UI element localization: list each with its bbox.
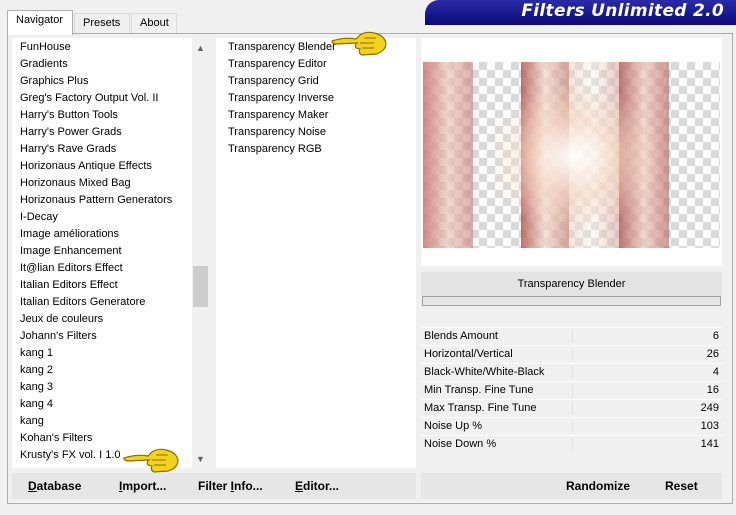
tab-about[interactable]: About <box>131 13 177 34</box>
filter-list[interactable]: Transparency Blender Transparency Editor T… <box>216 38 416 468</box>
reset-button[interactable]: Reset <box>665 473 698 499</box>
title-banner: Filters Unlimited 2.0 <box>425 0 736 25</box>
parameter-row[interactable]: Horizontal/Vertical 26 <box>421 345 722 363</box>
parameter-label: Horizontal/Vertical <box>424 348 513 360</box>
category-item[interactable]: Greg's Factory Output Vol. II <box>20 90 158 107</box>
category-item[interactable]: kang 3 <box>20 379 53 396</box>
category-item[interactable]: Italian Editors Effect <box>20 277 118 294</box>
category-item[interactable]: kang 2 <box>20 362 53 379</box>
parameter-value[interactable]: 26 <box>707 346 719 363</box>
category-scrollbar[interactable]: ▲ ▼ <box>192 38 209 468</box>
category-item[interactable]: Harry's Button Tools <box>20 107 118 124</box>
right-button-bar: Randomize Reset <box>421 473 722 499</box>
parameter-divider <box>572 348 573 361</box>
pointing-hand-icon <box>331 31 387 56</box>
parameter-label: Black-White/White-Black <box>424 366 545 378</box>
category-item[interactable]: Krusty's FX vol. I 1.0 <box>20 447 121 464</box>
preview-image <box>423 62 720 248</box>
filter-item[interactable]: Transparency Noise <box>228 124 326 141</box>
parameter-divider <box>572 420 573 433</box>
randomize-button[interactable]: Randomize <box>566 473 630 499</box>
banner-title: Filters Unlimited 2.0 <box>521 1 724 21</box>
category-item[interactable]: Kohan's Filters <box>20 430 92 447</box>
category-item[interactable]: Johann's Filters <box>20 328 97 345</box>
parameter-label: Min Transp. Fine Tune <box>424 384 534 396</box>
parameter-value[interactable]: 4 <box>713 364 719 381</box>
category-item[interactable]: Horizonaus Pattern Generators <box>20 192 172 209</box>
parameter-label: Max Transp. Fine Tune <box>424 402 537 414</box>
category-item[interactable]: Horizonaus Mixed Bag <box>20 175 131 192</box>
parameter-divider <box>572 402 573 415</box>
category-item[interactable]: kang 4 <box>20 396 53 413</box>
parameter-divider <box>572 438 573 451</box>
category-item[interactable]: Horizonaus Antique Effects <box>20 158 152 175</box>
filter-item[interactable]: Transparency Editor <box>228 56 327 73</box>
parameter-value[interactable]: 6 <box>713 328 719 345</box>
parameter-row[interactable]: Noise Up % 103 <box>421 417 722 435</box>
filter-item[interactable]: Transparency Blender <box>228 39 336 56</box>
left-button-bar: Database Import... Filter Info... Editor… <box>12 473 416 499</box>
category-item[interactable]: I-Decay <box>20 209 58 226</box>
parameter-label: Blends Amount <box>424 330 498 342</box>
category-item[interactable]: Graphics Plus <box>20 73 88 90</box>
parameter-value[interactable]: 249 <box>701 400 719 417</box>
parameter-divider <box>572 330 573 343</box>
category-item[interactable]: Harry's Power Grads <box>20 124 122 141</box>
filter-item[interactable]: Transparency Grid <box>228 73 319 90</box>
filter-info-button[interactable]: Filter Info... <box>198 473 263 499</box>
category-item[interactable]: Italian Editors Generatore <box>20 294 145 311</box>
parameter-row[interactable]: Min Transp. Fine Tune 16 <box>421 381 722 399</box>
tab-presets[interactable]: Presets <box>74 13 130 34</box>
category-list[interactable]: FunHouse Gradients Graphics Plus Greg's Fac… <box>12 38 209 468</box>
parameter-label: Noise Up % <box>424 420 483 432</box>
filter-item[interactable]: Transparency Maker <box>228 107 328 124</box>
parameter-row[interactable]: Noise Down % 141 <box>421 435 722 453</box>
import-button[interactable]: Import... <box>119 473 166 499</box>
scroll-up-arrow-icon[interactable]: ▲ <box>192 40 209 57</box>
parameter-value[interactable]: 16 <box>707 382 719 399</box>
scroll-thumb[interactable] <box>193 266 208 307</box>
preview-glow <box>483 82 663 232</box>
parameter-row[interactable]: Blends Amount 6 <box>421 327 722 345</box>
category-item[interactable]: Jeux de couleurs <box>20 311 103 328</box>
category-item[interactable]: FunHouse <box>20 39 71 56</box>
parameter-label: Noise Down % <box>424 438 497 450</box>
parameter-divider <box>572 366 573 379</box>
parameter-value[interactable]: 141 <box>701 436 719 453</box>
progress-bar <box>422 296 721 306</box>
filter-item[interactable]: Transparency RGB <box>228 141 322 158</box>
category-item[interactable]: Harry's Rave Grads <box>20 141 116 158</box>
category-item[interactable]: It@lian Editors Effect <box>20 260 123 277</box>
parameter-row[interactable]: Black-White/White-Black 4 <box>421 363 722 381</box>
category-item[interactable]: kang 1 <box>20 345 53 362</box>
category-item[interactable]: Image améliorations <box>20 226 119 243</box>
category-item[interactable]: Image Enhancement <box>20 243 122 260</box>
parameter-divider <box>572 384 573 397</box>
tab-navigator[interactable]: Navigator <box>7 10 73 35</box>
database-button[interactable]: Database <box>28 473 81 499</box>
category-item[interactable]: kang <box>20 413 44 430</box>
parameter-panel: Blends Amount 6 Horizontal/Vertical 26 Black… <box>421 327 722 453</box>
pointing-hand-icon <box>123 448 179 473</box>
filter-item[interactable]: Transparency Inverse <box>228 90 334 107</box>
preview-strip <box>423 62 473 248</box>
parameter-value[interactable]: 103 <box>701 418 719 435</box>
scroll-down-arrow-icon[interactable]: ▼ <box>192 451 209 468</box>
selected-filter-name: Transparency Blender <box>421 272 722 296</box>
category-item[interactable]: Gradients <box>20 56 68 73</box>
editor-button[interactable]: Editor... <box>295 473 339 499</box>
parameter-row[interactable]: Max Transp. Fine Tune 249 <box>421 399 722 417</box>
